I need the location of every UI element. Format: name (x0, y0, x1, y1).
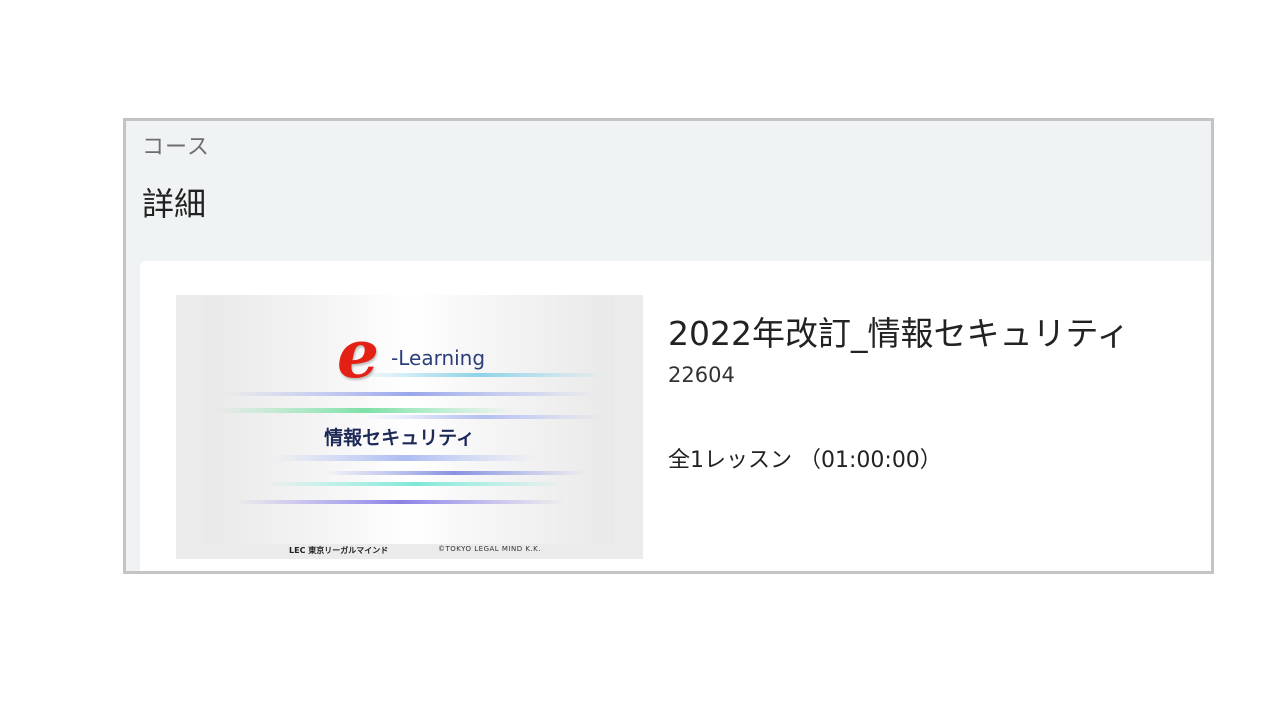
decorative-stripe (355, 373, 605, 377)
elearning-logo-text: -Learning (391, 346, 486, 370)
decorative-stripe (365, 415, 605, 419)
thumbnail-title: 情報セキュリティ (324, 427, 475, 449)
thumbnail-slide: e -Learning 情報セキュリティ (205, 295, 614, 544)
course-detail-panel: コース 詳細 e -Learning 情報セキュリティ LEC 東京リーガルマイ… (123, 118, 1214, 574)
decorative-stripe (325, 471, 585, 475)
course-thumbnail[interactable]: e -Learning 情報セキュリティ LEC 東京リーガルマインド ©TOK… (176, 295, 643, 559)
course-code: 22604 (668, 363, 735, 387)
breadcrumb[interactable]: コース (142, 129, 210, 161)
page-title: 詳細 (142, 185, 207, 223)
course-title: 2022年改訂_情報セキュリティ (668, 314, 1130, 353)
lesson-info: 全1レッスン （01:00:00） (668, 442, 942, 474)
decorative-stripe (235, 500, 565, 504)
decorative-stripe (215, 408, 515, 413)
course-duration: （01:00:00） (799, 448, 942, 473)
copyright-text: ©TOKYO LEGAL MIND K.K. (438, 545, 542, 553)
elearning-logo-letter: e (337, 315, 379, 393)
lesson-count: 全1レッスン (668, 448, 792, 473)
decorative-stripe (275, 455, 535, 461)
publisher-logo: LEC 東京リーガルマインド (289, 546, 389, 555)
decorative-stripe (265, 482, 565, 486)
decorative-stripe (225, 392, 595, 396)
course-card: e -Learning 情報セキュリティ LEC 東京リーガルマインド ©TOK… (140, 261, 1211, 571)
